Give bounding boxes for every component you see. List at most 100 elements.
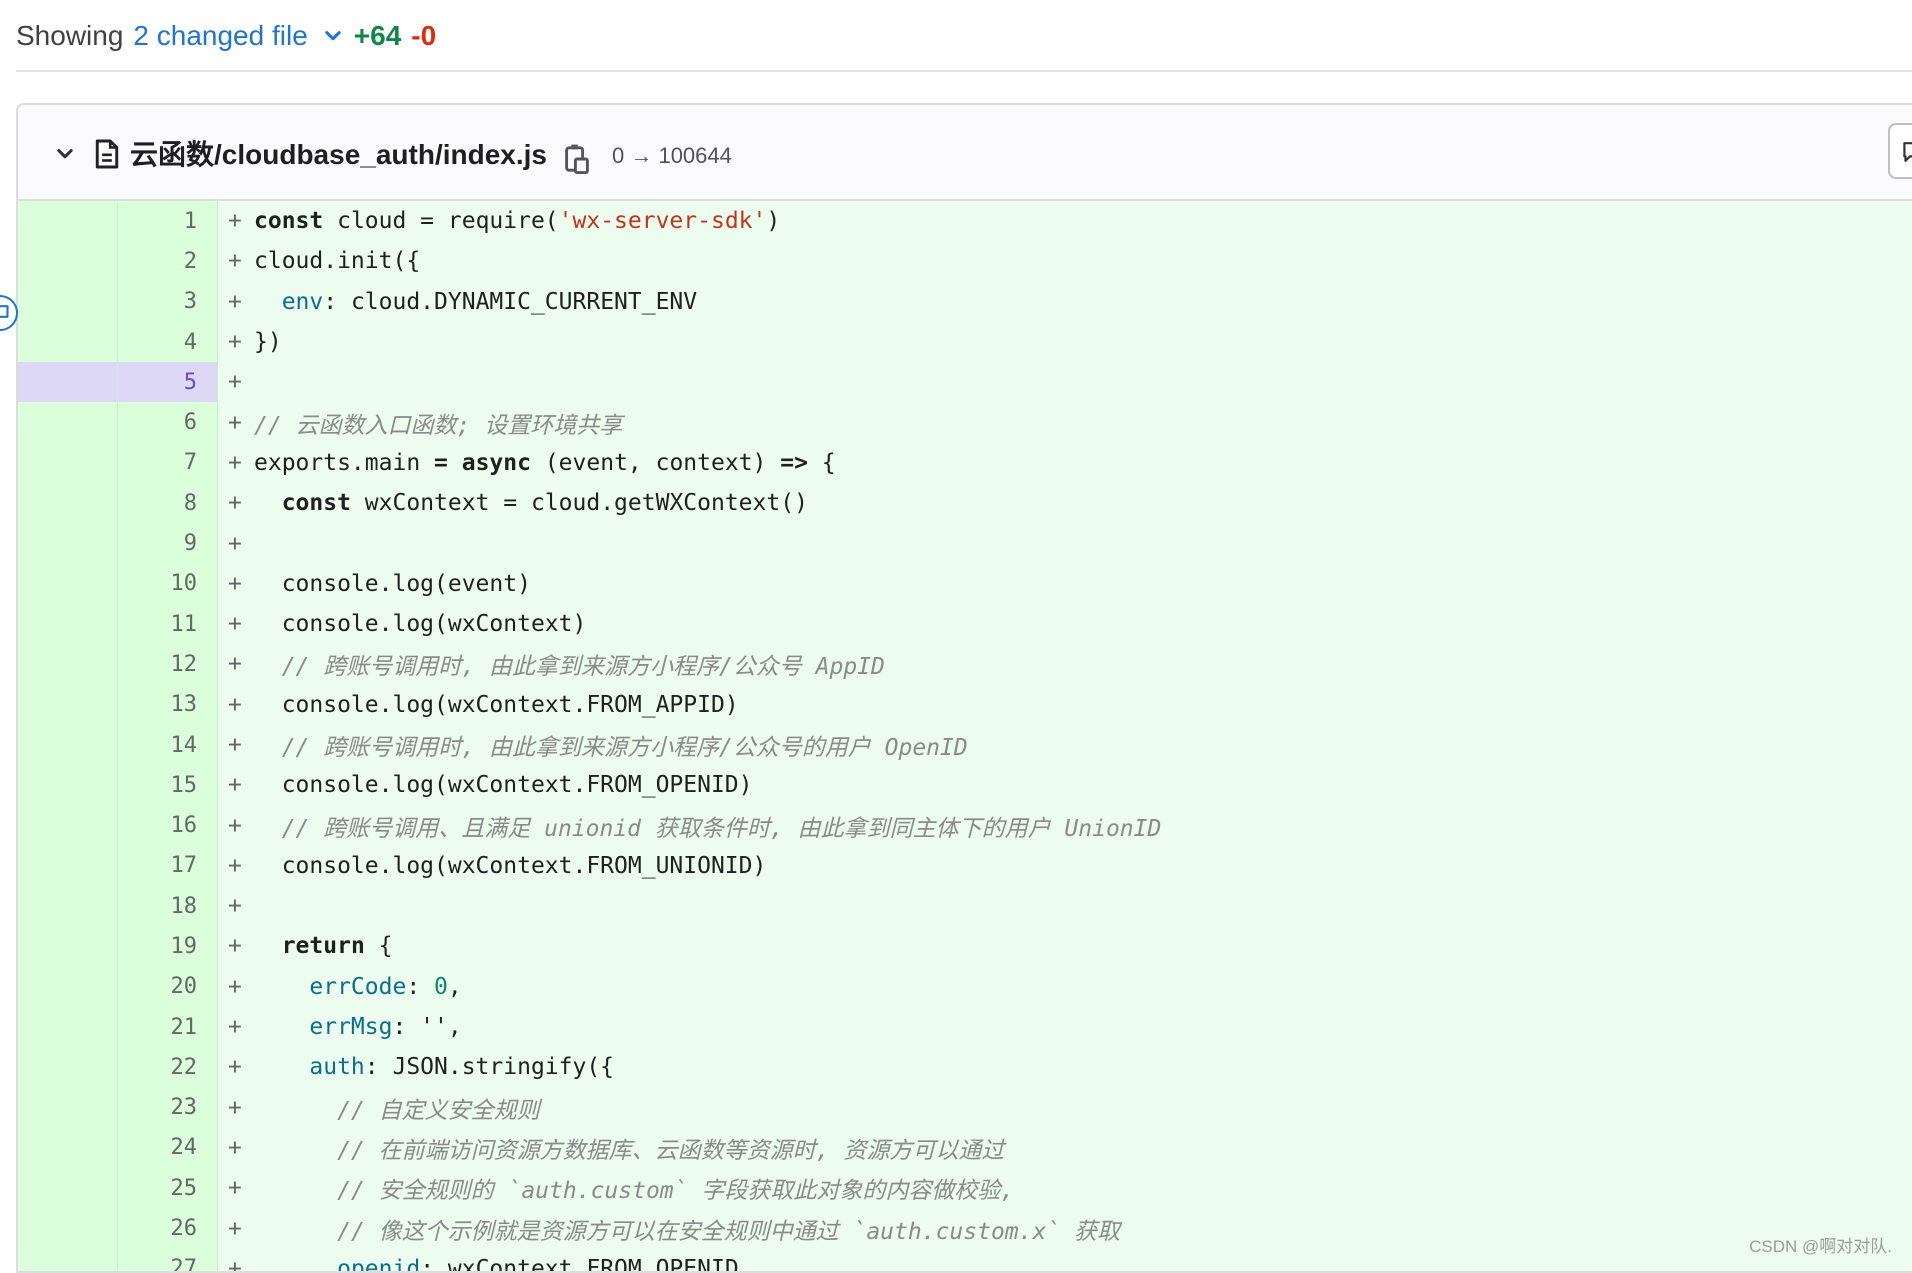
code-content: + // 跨账号调用时, 由此拿到来源方小程序/公众号 AppID — [218, 644, 1912, 684]
code-token: : wxContext.FROM_OPENID — [420, 1255, 739, 1273]
added-marker: + — [228, 288, 242, 315]
new-line-number[interactable]: 16 — [118, 805, 218, 846]
new-line-number[interactable]: 7 — [118, 442, 218, 484]
code-token: : — [406, 973, 435, 1000]
new-line-number[interactable]: 26 — [118, 1208, 218, 1249]
code-content: + return { — [218, 926, 1912, 966]
old-line-number — [18, 1248, 118, 1271]
diff-line[interactable]: 18 + — [18, 886, 1912, 927]
diff-line[interactable]: 7 + exports.main = async (event, context) … — [18, 442, 1912, 484]
file-path[interactable]: 云函数/cloudbase_auth/index.js — [130, 133, 547, 173]
added-marker: + — [228, 1134, 242, 1161]
old-line-number — [18, 442, 118, 484]
new-line-number[interactable]: 4 — [118, 321, 218, 363]
new-line-number[interactable]: 24 — [118, 1127, 218, 1169]
comment-toggle-button[interactable] — [1888, 123, 1912, 179]
diff-line[interactable]: 21 + errMsg: '', — [18, 1006, 1912, 1048]
code-token: cloud.init({ — [254, 248, 421, 275]
code-token: console.log(event) — [254, 570, 531, 597]
diff-line[interactable]: 1 + const cloud = require('wx-server-sdk') — [18, 201, 1912, 242]
code-content: + // 云函数入口函数; 设置环境共享 — [218, 402, 1912, 442]
code-content: + errCode: 0, — [218, 967, 1912, 1007]
added-marker: + — [228, 1014, 242, 1041]
new-line-number[interactable]: 14 — [118, 724, 218, 766]
new-line-number[interactable]: 22 — [118, 1047, 218, 1088]
diff-line[interactable]: 6 + // 云函数入口函数; 设置环境共享 — [18, 402, 1912, 443]
diff-line[interactable]: 9 + — [18, 523, 1912, 564]
diff-line[interactable]: 17 + console.log(wxContext.FROM_UNIONID) — [18, 845, 1912, 887]
diff-line[interactable]: 27 + openid: wxContext.FROM_OPENID — [18, 1248, 1912, 1273]
old-line-number — [18, 966, 118, 1007]
comment-icon — [1903, 142, 1912, 162]
old-line-number — [18, 1047, 118, 1088]
code-token: const — [254, 208, 324, 235]
code-token: : '', — [392, 1014, 462, 1041]
copy-icon[interactable] — [564, 143, 590, 175]
code-content: + console.log(wxContext) — [218, 604, 1912, 644]
chevron-down-icon[interactable] — [322, 25, 344, 47]
new-line-number[interactable]: 27 — [118, 1248, 218, 1271]
new-line-number[interactable]: 12 — [118, 644, 218, 685]
code-token: errMsg — [309, 1014, 393, 1041]
new-line-number[interactable]: 3 — [118, 281, 218, 322]
new-line-number[interactable]: 15 — [118, 765, 218, 806]
code-token: , — [447, 973, 462, 1000]
diff-line[interactable]: 25 + // 安全规则的 `auth.custom` 字段获取此对象的内容做校验… — [18, 1168, 1912, 1209]
diff-line[interactable]: 23 + // 自定义安全规则 — [18, 1087, 1912, 1128]
new-line-number[interactable]: 13 — [118, 684, 218, 725]
collapse-chevron-icon[interactable] — [54, 143, 76, 165]
diff-line[interactable]: 24 + // 在前端访问资源方数据库、云函数等资源时, 资源方可以通过 — [18, 1127, 1912, 1169]
diff-line[interactable]: 10 + console.log(event) — [18, 563, 1912, 604]
new-line-number[interactable]: 17 — [118, 845, 218, 887]
new-line-number[interactable]: 8 — [118, 483, 218, 524]
diff-line[interactable]: 13 + console.log(wxContext.FROM_APPID) — [18, 684, 1912, 725]
new-line-number[interactable]: 10 — [118, 563, 218, 604]
diff-line[interactable]: 14 + // 跨账号调用时, 由此拿到来源方小程序/公众号的用户 OpenID — [18, 724, 1912, 766]
diff-line[interactable]: 15 + console.log(wxContext.FROM_OPENID) — [18, 765, 1912, 806]
comment-icon — [0, 305, 9, 318]
diff-line[interactable]: 22 + auth: JSON.stringify({ — [18, 1047, 1912, 1088]
old-line-number — [18, 805, 118, 846]
diff-line[interactable]: 26 + // 像这个示例就是资源方可以在安全规则中通过 `auth.custom… — [18, 1208, 1912, 1249]
new-line-number[interactable]: 21 — [118, 1006, 218, 1048]
new-line-number[interactable]: 11 — [118, 603, 218, 645]
code-token: return — [281, 933, 365, 960]
code-content: + env: cloud.DYNAMIC_CURRENT_ENV — [218, 282, 1912, 322]
code-token: auth — [309, 1054, 365, 1081]
diff-line[interactable]: 12 + // 跨账号调用时, 由此拿到来源方小程序/公众号 AppID — [18, 644, 1912, 685]
new-line-number[interactable]: 1 — [118, 201, 218, 242]
diff-line[interactable]: 16 + // 跨账号调用、且满足 unionid 获取条件时, 由此拿到同主体下… — [18, 805, 1912, 846]
new-line-number[interactable]: 25 — [118, 1168, 218, 1209]
new-line-number[interactable]: 2 — [118, 241, 218, 282]
old-line-number — [18, 1087, 118, 1128]
new-line-number[interactable]: 18 — [118, 886, 218, 927]
changed-files-dropdown[interactable]: 2 changed file — [133, 20, 307, 52]
diff-line[interactable]: 8 + const wxContext = cloud.getWXContext(… — [18, 483, 1912, 524]
new-line-number[interactable]: 23 — [118, 1087, 218, 1128]
new-line-number[interactable]: 5 — [118, 362, 218, 403]
diff-line[interactable]: 5 + — [18, 362, 1912, 403]
code-token: => — [780, 449, 808, 476]
added-marker: + — [228, 1215, 242, 1242]
diff-line[interactable]: 11 + console.log(wxContext) — [18, 603, 1912, 645]
old-line-number — [18, 523, 118, 564]
diff-line[interactable]: 20 + errCode: 0, — [18, 966, 1912, 1007]
new-line-number[interactable]: 6 — [118, 402, 218, 443]
file-diff-card: 云函数/cloudbase_auth/index.js 0 → 100644 1… — [16, 103, 1912, 1273]
diff-line[interactable]: 4 +}) — [18, 321, 1912, 363]
added-marker: + — [228, 570, 242, 597]
diff-line[interactable]: 3 + env: cloud.DYNAMIC_CURRENT_ENV — [18, 281, 1912, 322]
code-token: console.log(wxContext.FROM_OPENID) — [254, 772, 753, 799]
diff-line[interactable]: 2 + cloud.init({ — [18, 241, 1912, 282]
code-token: : cloud.DYNAMIC_CURRENT_ENV — [323, 288, 698, 315]
new-line-number[interactable]: 20 — [118, 966, 218, 1007]
new-line-number[interactable]: 19 — [118, 926, 218, 967]
new-line-number[interactable]: 9 — [118, 523, 218, 564]
diff-line[interactable]: 19 + return { — [18, 926, 1912, 967]
